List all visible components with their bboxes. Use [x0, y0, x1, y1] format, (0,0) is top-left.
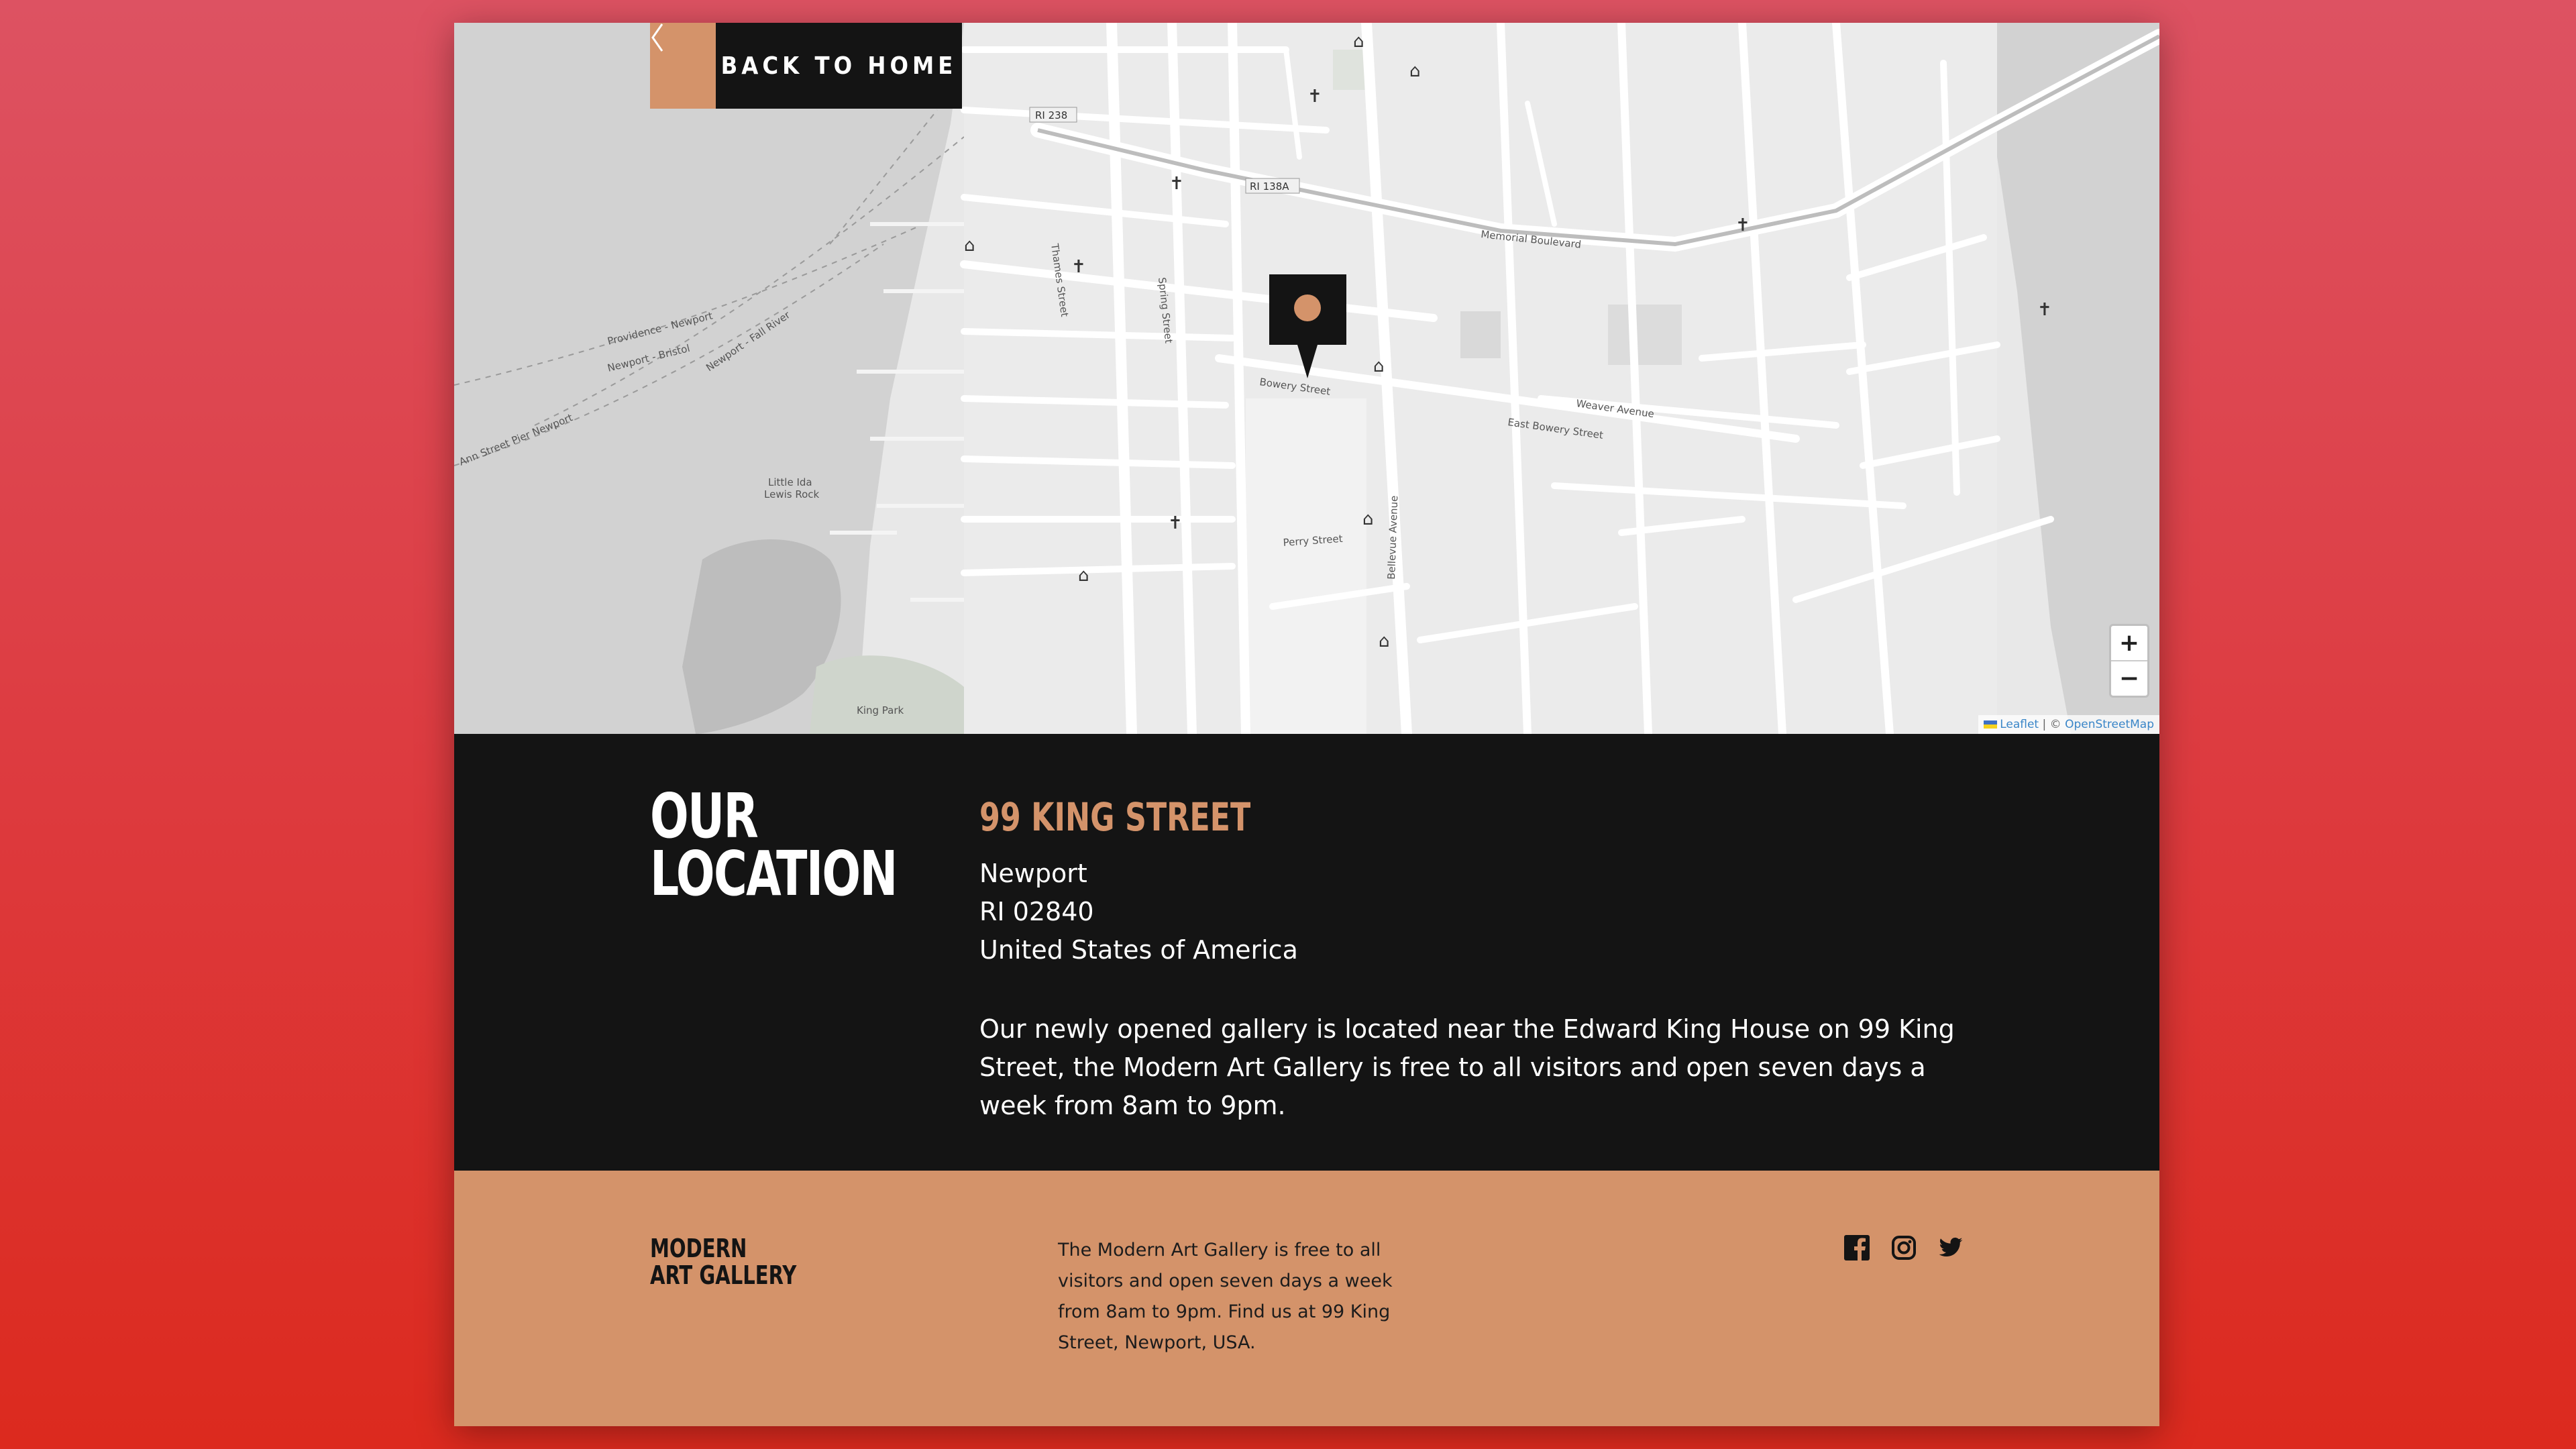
- map-tiles: ✝ ✝ ✝ ✝ ✝ ✝ ⌂ ⌂ ⌂ ⌂ ⌂ ⌂ ⌂ Providence - N…: [454, 23, 2159, 734]
- address-city: Newport: [979, 859, 1087, 888]
- map-attribution: Leaflet | © OpenStreetMap: [1978, 715, 2159, 734]
- footer-logo-line1: MODERN: [650, 1234, 747, 1263]
- instagram-icon[interactable]: [1891, 1235, 1917, 1260]
- zoom-in-button[interactable]: +: [2111, 626, 2147, 660]
- svg-text:✝: ✝: [1735, 215, 1750, 235]
- location-map[interactable]: ✝ ✝ ✝ ✝ ✝ ✝ ⌂ ⌂ ⌂ ⌂ ⌂ ⌂ ⌂ Providence - N…: [454, 23, 2159, 734]
- attribution-separator: | ©: [2042, 718, 2061, 731]
- location-section: OUR LOCATION 99 KING STREET Newport RI 0…: [454, 734, 2159, 1171]
- facebook-icon[interactable]: [1844, 1235, 1870, 1260]
- map-label-ri-238: RI 238: [1035, 109, 1067, 121]
- svg-text:⌂: ⌂: [1409, 61, 1421, 81]
- svg-text:⌂: ⌂: [1362, 509, 1374, 529]
- openstreetmap-link[interactable]: OpenStreetMap: [2065, 718, 2154, 731]
- footer: MODERN ART GALLERY The Modern Art Galler…: [454, 1171, 2159, 1426]
- map-label-king-park: King Park: [857, 704, 904, 716]
- svg-text:✝: ✝: [1168, 513, 1183, 533]
- twitter-icon[interactable]: [1938, 1235, 1964, 1260]
- location-heading: OUR LOCATION: [650, 780, 898, 910]
- zoom-out-button[interactable]: −: [2111, 660, 2147, 696]
- social-links: [1844, 1235, 1964, 1260]
- ukraine-flag-icon: [1984, 720, 1998, 729]
- svg-text:✝: ✝: [1307, 87, 1322, 107]
- address-block: Newport RI 02840 United States of Americ…: [979, 855, 1298, 969]
- map-label-little-ida: Little Ida: [768, 476, 812, 488]
- map-marker-dot: [1294, 294, 1321, 321]
- location-heading-line2: LOCATION: [650, 838, 898, 910]
- footer-logo[interactable]: MODERN ART GALLERY: [650, 1235, 796, 1289]
- location-description: Our newly opened gallery is located near…: [979, 1014, 1955, 1120]
- location-heading-line1: OUR: [650, 780, 759, 852]
- svg-text:⌂: ⌂: [1353, 32, 1364, 52]
- back-to-home-label: BACK TO HOME: [716, 23, 962, 109]
- map-zoom-control: + −: [2109, 624, 2149, 698]
- svg-text:⌂: ⌂: [1379, 631, 1390, 651]
- footer-description: The Modern Art Gallery is free to all vi…: [1058, 1240, 1393, 1353]
- map-label-lewis-rock: Lewis Rock: [764, 488, 820, 500]
- svg-text:✝: ✝: [2037, 300, 2052, 320]
- svg-text:⌂: ⌂: [1373, 356, 1385, 376]
- svg-text:⌂: ⌂: [1078, 566, 1089, 586]
- footer-logo-line2: ART GALLERY: [650, 1260, 797, 1290]
- leaflet-link[interactable]: Leaflet: [2000, 718, 2039, 731]
- back-to-home-button[interactable]: BACK TO HOME: [650, 23, 962, 109]
- address-state-zip: RI 02840: [979, 897, 1094, 926]
- address-country: United States of America: [979, 935, 1298, 965]
- chevron-left-icon: [650, 23, 716, 109]
- map-label-ri-138a: RI 138A: [1250, 180, 1289, 193]
- svg-text:✝: ✝: [1169, 174, 1184, 194]
- svg-text:✝: ✝: [1071, 257, 1086, 277]
- page-card: ✝ ✝ ✝ ✝ ✝ ✝ ⌂ ⌂ ⌂ ⌂ ⌂ ⌂ ⌂ Providence - N…: [454, 23, 2159, 1426]
- svg-text:⌂: ⌂: [964, 235, 975, 256]
- street-heading: 99 KING STREET: [979, 794, 1251, 840]
